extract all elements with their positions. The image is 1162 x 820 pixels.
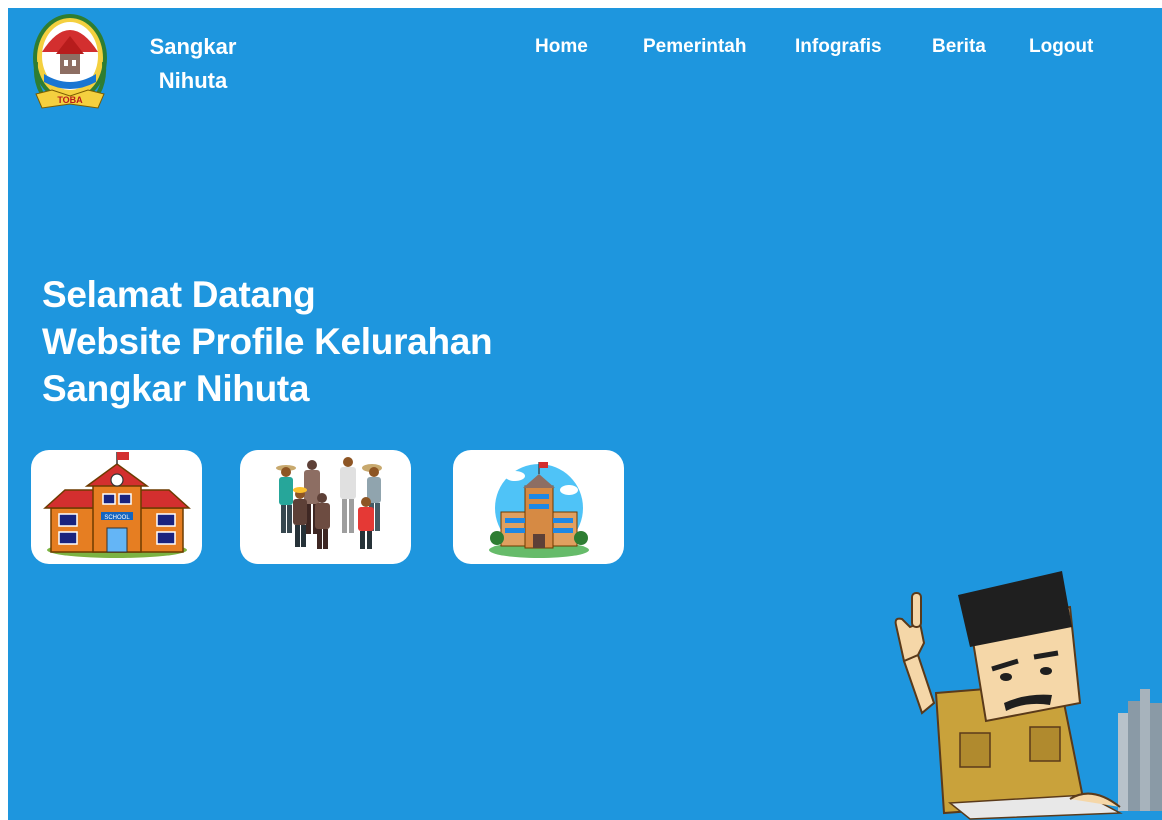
card-office[interactable] — [453, 450, 624, 564]
nav-pemerintah[interactable]: Pemerintah — [643, 36, 746, 58]
hero-heading: Selamat Datang Website Profile Kelurahan… — [42, 271, 493, 412]
page-background: TOBA Sangkar Nihuta Home Pemerintah Info… — [8, 8, 1162, 820]
hero-line-3: Sangkar Nihuta — [42, 368, 310, 409]
brand-line-2: Nihuta — [158, 68, 228, 93]
logo-text: TOBA — [57, 95, 83, 105]
villagers-group-icon — [276, 457, 382, 549]
office-building-icon — [489, 462, 589, 558]
regency-emblem-icon: TOBA — [33, 14, 107, 109]
card-community[interactable] — [240, 450, 411, 564]
brand-line-1: Sangkar — [149, 34, 237, 59]
nav-logout[interactable]: Logout — [1029, 36, 1093, 58]
school-sign-text: SCHOOL — [104, 515, 130, 521]
brand-name[interactable]: Sangkar Nihuta — [128, 30, 258, 98]
nav-infografis[interactable]: Infografis — [795, 36, 882, 58]
civil-servant-mascot-icon — [894, 571, 1162, 820]
nav-home[interactable]: Home — [535, 36, 588, 58]
hero-line-1: Selamat Datang — [42, 274, 316, 315]
hero-line-2: Website Profile Kelurahan — [42, 321, 493, 362]
nav-berita[interactable]: Berita — [932, 36, 986, 58]
school-building-icon: SCHOOL — [43, 452, 191, 558]
card-school[interactable]: SCHOOL — [31, 450, 202, 564]
